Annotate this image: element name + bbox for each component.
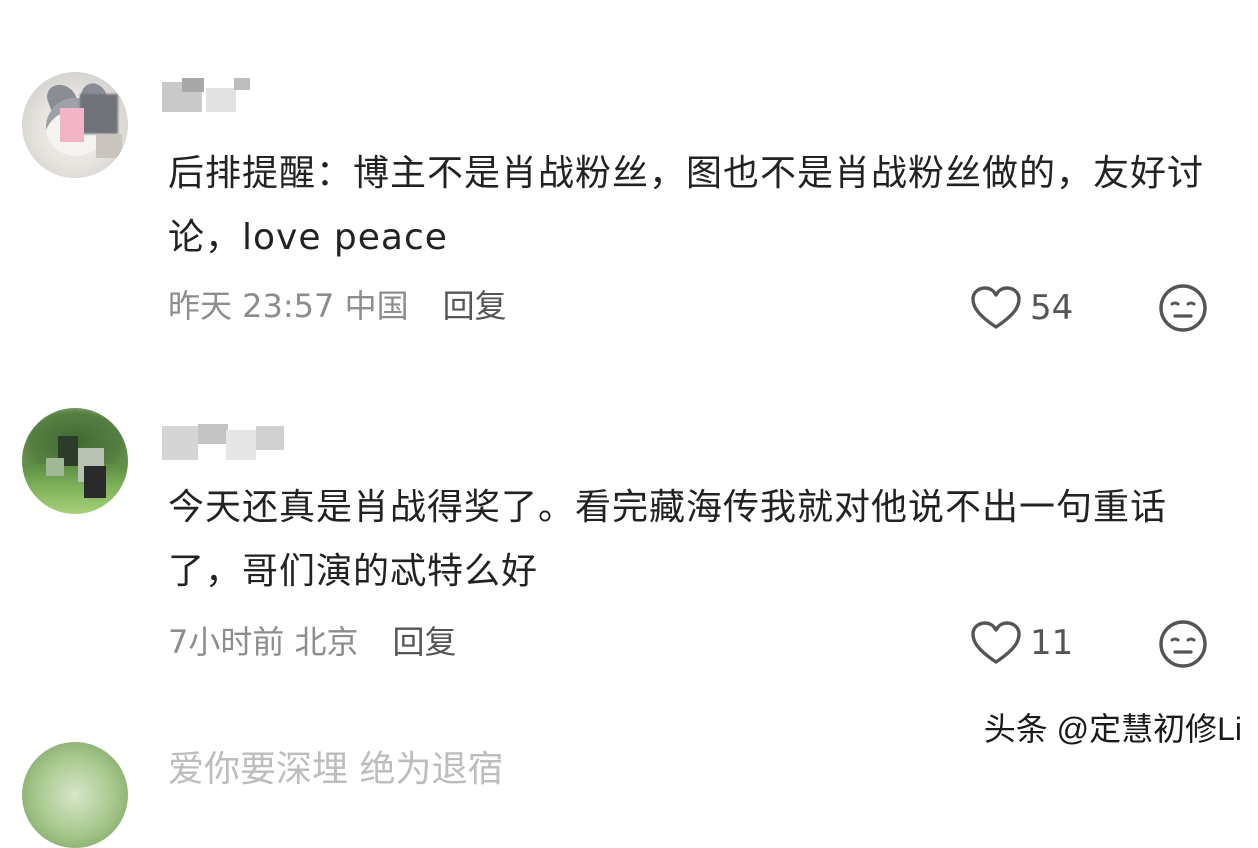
watermark: 头条 @定慧初修Li	[983, 711, 1242, 747]
avatar-mosaic	[60, 108, 84, 142]
avatar-mosaic	[80, 94, 118, 134]
avatar-mosaic	[46, 458, 64, 476]
comment-time-location: 7小时前 北京	[168, 623, 359, 661]
avatar[interactable]	[22, 742, 128, 848]
reply-button[interactable]: 回复	[443, 287, 507, 325]
avatar-mosaic	[96, 134, 122, 158]
comment-time-location: 昨天 23:57 中国	[168, 287, 409, 325]
like-button[interactable]: 11	[970, 618, 1073, 668]
meh-face-icon[interactable]	[1158, 619, 1208, 669]
heart-outline-icon	[971, 286, 1021, 329]
avatar[interactable]	[22, 408, 128, 514]
comment-meta: 7小时前 北京 回复	[168, 622, 457, 662]
comment-text: 爱你要深埋 绝为退宿	[168, 749, 504, 790]
like-count: 11	[1030, 623, 1074, 663]
avatar-mosaic	[84, 466, 106, 498]
username-blurred[interactable]	[162, 78, 252, 114]
avatar[interactable]	[22, 72, 128, 178]
comment-meta: 昨天 23:57 中国 回复	[168, 286, 507, 326]
username-blurred[interactable]	[162, 424, 286, 460]
like-button[interactable]: 54	[970, 283, 1073, 333]
meh-face-icon[interactable]	[1158, 283, 1208, 333]
comment-text: 今天还真是肖战得奖了。看完藏海传我就对他说不出一句重话了，哥们演的忒特么好	[168, 487, 1168, 592]
comment-text: 后排提醒：博主不是肖战粉丝，图也不是肖战粉丝做的，友好讨论，love peace	[168, 153, 1205, 258]
heart-outline-icon	[971, 621, 1021, 664]
like-count: 54	[1030, 288, 1074, 328]
reply-button[interactable]: 回复	[393, 623, 457, 661]
